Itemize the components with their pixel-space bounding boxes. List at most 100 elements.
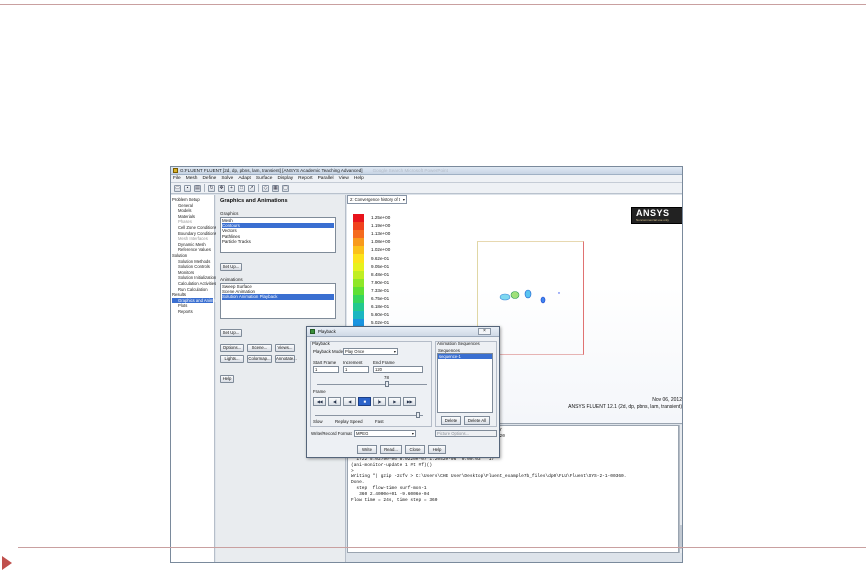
animations-setup-button[interactable]: Set Up... [220,329,242,337]
step-forward-button[interactable]: |▶ [373,397,386,406]
nav-item[interactable]: Calculation Activities [172,281,216,287]
slide-marker-icon [2,556,12,570]
zoom-icon[interactable]: + [228,184,235,192]
picture-options-button[interactable]: Picture Options... [435,430,497,437]
print-icon[interactable]: ▤ [194,184,201,192]
annotate-button[interactable]: Annotate... [275,355,297,363]
start-frame-label: Start Frame [313,360,337,365]
menu-surface[interactable]: Surface [256,176,273,181]
format-select[interactable]: MPEG ▾ [354,430,416,437]
console-scroll-thumb[interactable] [680,525,682,549]
increment-input[interactable]: 1 [343,366,369,373]
options-button[interactable]: Options... [220,344,244,352]
menu-solve[interactable]: Solve [221,176,233,181]
dialog-help-button[interactable]: Help [428,445,446,454]
list-item[interactable]: sequence-1 [438,354,492,359]
write-button[interactable]: Write [357,445,377,454]
menu-bar: File Mesh Define Solve Adapt Surface Display Re… [171,175,682,183]
menu-view[interactable]: View [339,176,349,181]
animations-label: Animations [220,277,243,282]
close-button[interactable]: Close [405,445,425,454]
toolbar: ▭ ▪ ▤ ↻ ✥ + □ ↗ ◇ ▦ ▢ [171,183,682,194]
console-scrollbar[interactable] [679,425,682,553]
delete-all-button[interactable]: Delete All [464,416,490,425]
list-item[interactable]: Solution Animation Playback [222,294,334,300]
pan-icon[interactable]: ✥ [218,184,225,192]
window-icon[interactable]: ▢ [282,184,289,192]
fast-rewind-button[interactable]: ◀◀ [313,397,326,406]
animations-list[interactable]: Sweep Surface Scene Animation Solution Ani… [220,283,336,319]
menu-parallel[interactable]: Parallel [318,176,334,181]
read-button[interactable]: Read... [380,445,402,454]
graphics-setup-button[interactable]: Set Up... [220,263,242,271]
delete-button[interactable]: Delete [441,416,461,425]
format-label: Write/Record Format [311,431,352,436]
color-legend-label: 1.19e+00 [371,223,391,229]
probe-icon[interactable]: ↗ [248,184,255,192]
menu-define[interactable]: Define [202,176,216,181]
scene-button[interactable]: Scene... [247,344,272,352]
save-icon[interactable]: ▪ [184,184,191,192]
end-frame-input[interactable]: 120 [373,366,423,373]
playback-dialog: Playback × Playback Playback Mode Play O… [306,326,500,458]
colormap-button[interactable]: Colormap... [247,355,272,363]
color-legend-label: 1.13e+00 [371,231,391,237]
contour-blob [524,289,532,299]
fast-label: Fast [375,419,384,424]
help-button[interactable]: Help [220,375,234,383]
color-legend-swatch [353,222,364,231]
nav-item[interactable]: Solution Controls [172,264,213,270]
replay-speed-track[interactable] [315,415,423,416]
play-reverse-button[interactable]: ◀ [343,397,356,406]
replay-speed-thumb[interactable] [415,412,420,418]
replay-speed-label: Replay Speed [335,419,363,424]
fit-icon[interactable]: ◇ [262,184,269,192]
frame-slider-thumb[interactable] [385,381,390,387]
graphics-list[interactable]: Mesh Contours Vectors Pathlines Particle Tra… [220,217,336,253]
open-icon[interactable]: ▭ [174,184,181,192]
views-button[interactable]: Views... [275,344,295,352]
stop-button[interactable]: ■ [358,397,371,406]
menu-help[interactable]: Help [354,176,364,181]
nav-item[interactable]: Reports [172,309,213,315]
menu-display[interactable]: Display [277,176,293,181]
color-legend-swatch [353,262,364,271]
graphics-window-selector[interactable]: 2: Convergence history of t ▾ [347,195,407,204]
menu-report[interactable]: Report [298,176,312,181]
frame-slider-track[interactable] [317,384,427,385]
sequences-list[interactable]: sequence-1 [437,353,493,413]
slider-value: 78 [384,375,389,380]
fast-forward-button[interactable]: ▶▶ [403,397,416,406]
close-icon[interactable]: × [478,328,491,335]
zoom-box-icon[interactable]: □ [238,184,245,192]
chevron-down-icon: ▾ [411,431,414,436]
rotate-icon[interactable]: ↻ [208,184,215,192]
chevron-down-icon: ▾ [402,197,405,202]
menu-file[interactable]: File [173,176,181,181]
slide: G:FLUENT FLUENT [2d, dp, pbns, lam, tran… [0,0,866,577]
layout-icon[interactable]: ▦ [272,184,279,192]
increment-label: Increment [343,360,363,365]
menu-mesh[interactable]: Mesh [186,176,198,181]
graphics-window-selector-value: 2: Convergence history of t [350,197,401,202]
nav-item[interactable]: Mesh Interfaces [172,236,213,242]
start-frame-input[interactable]: 1 [313,366,339,373]
color-legend-swatch [353,230,364,239]
nav-item[interactable]: Cell Zone Conditions [172,225,217,231]
contour-blob [540,296,546,304]
ansys-logo: ANSYS Noncommercial use only [631,207,682,224]
color-legend-label: 9.05e-01 [371,263,390,269]
color-legend-label: 7.33e-01 [371,287,390,293]
ansys-logo-subtext: Noncommercial use only [636,218,669,222]
task-page-title: Graphics and Animations [220,198,288,204]
color-legend-label: 8.48e-01 [371,271,390,277]
plot-date: Nov 06, 2012 [652,397,682,403]
list-item[interactable]: Particle Tracks [222,239,334,244]
play-button[interactable]: ▶ [388,397,401,406]
color-legend-swatch [353,270,364,279]
step-back-button[interactable]: ◀| [328,397,341,406]
contour-dot [558,292,560,294]
lights-button[interactable]: Lights... [220,355,244,363]
menu-adapt[interactable]: Adapt [238,176,251,181]
playback-mode-select[interactable]: Play Once ▾ [343,348,398,355]
